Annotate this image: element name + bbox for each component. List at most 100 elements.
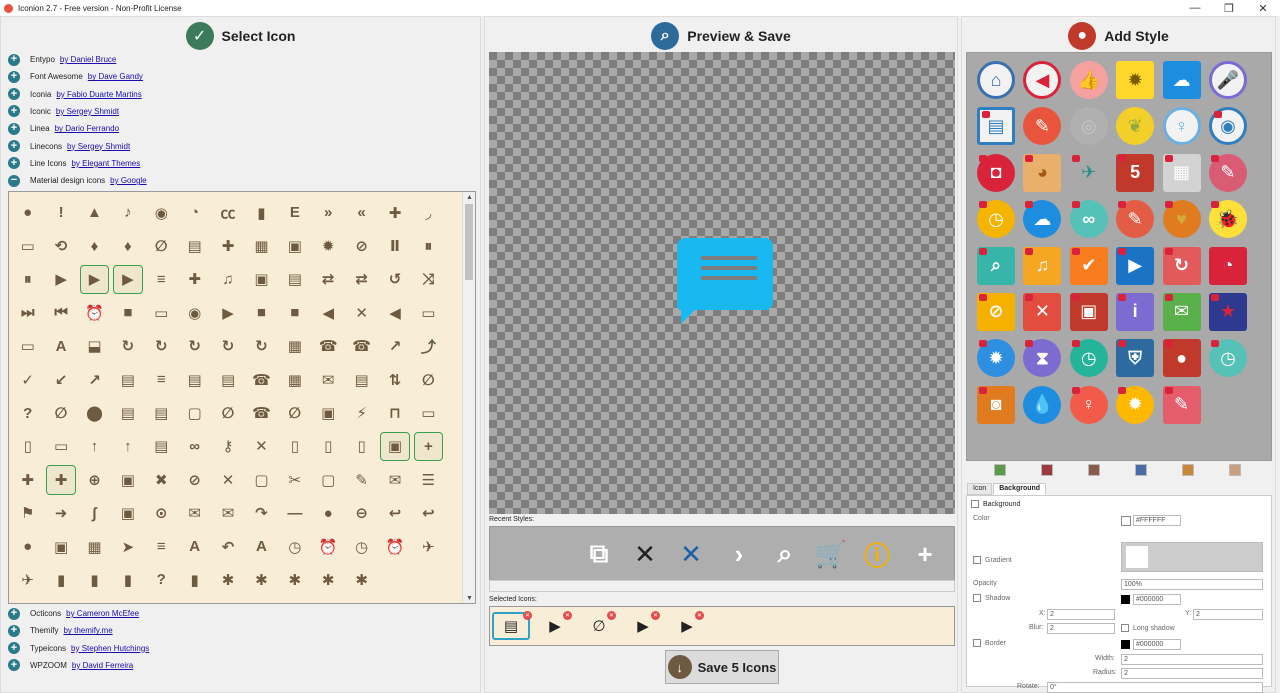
material-icon[interactable]: ▣	[247, 265, 276, 294]
material-icon[interactable]: ?	[147, 565, 176, 594]
material-icon[interactable]: ✈	[13, 565, 42, 594]
icon-set-author-link[interactable]: by themify.me	[63, 626, 112, 635]
material-icon[interactable]: ✈	[414, 532, 443, 561]
material-icon[interactable]: ⤨	[414, 265, 443, 294]
material-icon[interactable]: ▭	[46, 432, 75, 461]
material-icon[interactable]: ✱	[314, 565, 343, 594]
icon-set-linea[interactable]: + Linea by Dario Ferrando	[8, 120, 119, 137]
material-icon[interactable]: ⚑	[13, 499, 42, 528]
style-preset[interactable]: ◷	[977, 200, 1015, 239]
material-icon[interactable]: ⊓	[380, 398, 409, 427]
expand-toggle-icon[interactable]: +	[8, 53, 20, 66]
material-icon[interactable]: ▲	[80, 198, 109, 227]
icon-set-author-link[interactable]: by Dave Gandy	[88, 72, 143, 81]
material-icon[interactable]: ◞	[414, 198, 443, 227]
style-preset[interactable]: 🐞	[1208, 200, 1247, 239]
material-icon[interactable]: ●	[13, 198, 42, 227]
material-icon[interactable]: ✉	[180, 499, 209, 528]
remove-icon[interactable]: ✕	[563, 611, 572, 620]
remove-icon[interactable]: ✕	[695, 611, 704, 620]
style-preset[interactable]: ♥	[1162, 200, 1201, 239]
material-icon[interactable]: ⇅	[380, 365, 409, 394]
expand-toggle-icon[interactable]: +	[8, 122, 20, 135]
material-icon[interactable]: ⏭	[13, 298, 42, 327]
material-icon[interactable]: E	[280, 198, 309, 227]
color-swatch[interactable]	[1041, 464, 1053, 476]
icon-set-author-link[interactable]: by Stephen Hutchings	[71, 644, 149, 653]
material-icon[interactable]: ▯	[280, 432, 309, 461]
material-icon[interactable]: ⏰	[380, 532, 409, 561]
style-preset[interactable]: ◀	[1023, 61, 1062, 99]
material-icon[interactable]: ▢	[314, 465, 343, 494]
save-button[interactable]: ↓ Save 5 Icons	[665, 650, 779, 684]
style-preset[interactable]: ★	[1208, 292, 1247, 331]
gradient-checkbox[interactable]	[973, 556, 981, 564]
material-icon[interactable]: ▤	[147, 432, 176, 461]
material-icon[interactable]: ∅	[414, 365, 443, 394]
material-icon[interactable]: ↙	[46, 365, 75, 394]
material-icon[interactable]: ✱	[213, 565, 242, 594]
style-preset[interactable]: ✹	[1116, 61, 1155, 99]
material-icon[interactable]: ➜	[46, 499, 75, 528]
material-icon[interactable]: ▭	[414, 398, 443, 427]
material-icon[interactable]: ✚	[13, 465, 42, 494]
material-icon[interactable]: ☎	[247, 365, 276, 394]
style-preset[interactable]: ⧗	[1023, 339, 1062, 378]
material-icon[interactable]: ◔	[180, 198, 209, 227]
material-icon[interactable]: ◉	[180, 298, 209, 327]
style-preset[interactable]: ✈	[1069, 153, 1108, 192]
style-preset[interactable]: ▣	[1069, 292, 1108, 331]
shadow-y-input[interactable]: 2	[1193, 609, 1263, 620]
style-preset[interactable]: ◷	[1208, 339, 1247, 378]
expand-toggle-icon[interactable]: −	[8, 174, 20, 187]
material-icon[interactable]: ◉	[147, 198, 176, 227]
material-icon[interactable]: ▤	[113, 365, 142, 394]
material-icon[interactable]: ▶	[46, 265, 75, 294]
style-preset[interactable]: ✎	[1208, 153, 1247, 192]
style-preset[interactable]: ◷	[1069, 339, 1108, 378]
border-color-swatch[interactable]	[1121, 640, 1130, 649]
material-icon[interactable]: ▤	[180, 231, 209, 260]
width-input[interactable]: 2	[1121, 654, 1263, 665]
material-icon[interactable]: ⊖	[347, 499, 376, 528]
material-icon[interactable]: ↑	[113, 432, 142, 461]
material-icon[interactable]: ▯	[13, 432, 42, 461]
material-icon[interactable]: ▮	[46, 565, 75, 594]
material-icon[interactable]: ✱	[247, 565, 276, 594]
shadow-color-swatch[interactable]	[1121, 595, 1130, 604]
style-preset[interactable]: ✎	[1023, 107, 1062, 146]
material-icon[interactable]: ⊙	[147, 499, 176, 528]
icon-set-wpzoom[interactable]: + WPZOOM by David Ferreira	[8, 657, 133, 674]
style-preset[interactable]: ◉	[1208, 107, 1247, 146]
material-icon[interactable]: ✎	[347, 465, 376, 494]
style-preset[interactable]: ⌕	[977, 246, 1015, 285]
material-icon[interactable]: ▣	[280, 231, 309, 260]
icon-set-typeicons[interactable]: + Typeicons by Stephen Hutchings	[8, 640, 149, 657]
icon-set-author-link[interactable]: by Sergey Shmidt	[56, 107, 119, 116]
material-icon[interactable]: ▣	[314, 398, 343, 427]
radius-input[interactable]: 2	[1121, 668, 1263, 679]
icon-set-line-icons[interactable]: + Line Icons by Elegant Themes	[8, 155, 140, 172]
material-icon[interactable]: ↻	[113, 332, 142, 361]
style-preset[interactable]: ◎	[1069, 107, 1108, 146]
color-swatch[interactable]	[1121, 516, 1131, 526]
style-preset[interactable]: ◔	[1208, 246, 1247, 285]
material-icon[interactable]: ▦	[280, 332, 309, 361]
material-icon[interactable]: ▤	[347, 365, 376, 394]
icon-grid[interactable]: ●! ▲ ♪ ◉ ◔ ㏄ ▮ E» «✚ ◞ ▭ ⟲ ♦ ♦ ∅ ▤ ✚ ▦ ▣ ✹ ⊘ Ⅱ ⏸ ⏸ ▶ ▶ ▶ ≡ ✚ ♫ ▣ ▤ ⇄ ⇄ ↺ ⤨ ⏭…	[8, 191, 476, 604]
style-preset[interactable]: ♫	[1023, 246, 1062, 285]
expand-toggle-icon[interactable]: +	[8, 642, 20, 655]
material-icon[interactable]: ▣	[46, 532, 75, 561]
material-icon[interactable]: ●	[13, 532, 42, 561]
icon-set-author-link[interactable]: by Google	[110, 176, 146, 185]
expand-toggle-icon[interactable]: +	[8, 624, 20, 637]
material-icon[interactable]: ≡	[147, 365, 176, 394]
expand-toggle-icon[interactable]: +	[8, 88, 20, 101]
material-icon[interactable]: ▮	[80, 565, 109, 594]
material-icon[interactable]: ∅	[147, 231, 176, 260]
material-icon[interactable]: ✕	[213, 465, 242, 494]
color-swatch[interactable]	[994, 464, 1006, 476]
material-icon[interactable]: ⏸	[414, 231, 443, 260]
recent-style-item[interactable]: ⧉	[584, 538, 614, 569]
recent-styles-scrollbar[interactable]	[489, 580, 955, 592]
